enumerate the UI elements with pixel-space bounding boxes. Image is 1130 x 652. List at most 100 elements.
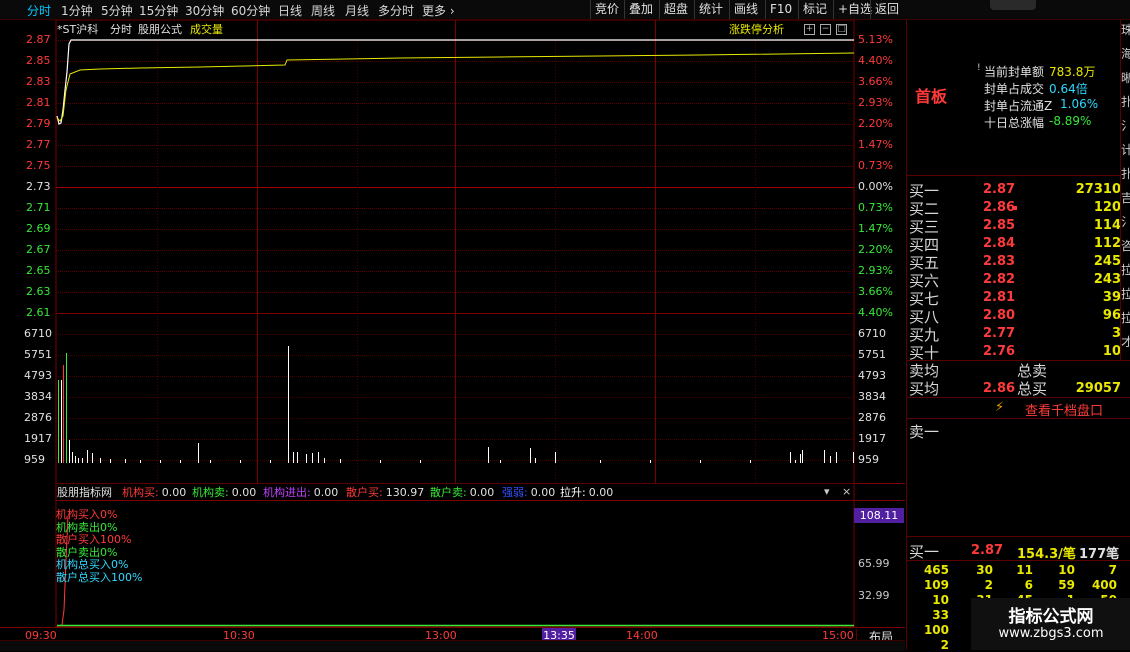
order-level-price: 2.77: [983, 326, 1016, 341]
tab-day[interactable]: 日线: [278, 2, 302, 19]
divider: [907, 536, 1130, 537]
price-tick-label: 2.77: [26, 138, 51, 151]
change-marker-icon: [1013, 206, 1017, 210]
trade-cell: 400: [1091, 578, 1117, 592]
indicator-current-value: 108.11: [854, 508, 904, 523]
percent-tick-label: 4.40%: [858, 54, 893, 67]
close-icon[interactable]: ×: [842, 485, 851, 498]
mark-button[interactable]: 标记: [798, 0, 831, 19]
price-tick-label: 2.83: [26, 75, 51, 88]
tab-5min[interactable]: 5分钟: [101, 2, 133, 19]
side-strip-char: 才: [1121, 336, 1130, 348]
collapse-handle[interactable]: [990, 0, 1036, 10]
order-book-row[interactable]: 买四 2.84 112: [907, 234, 1121, 254]
trade-summary-price: 2.87: [971, 543, 1004, 558]
super-button[interactable]: 超盘: [659, 0, 692, 19]
order-book-row[interactable]: 买十 2.76 10: [907, 342, 1121, 362]
volume-tick-label: 4793: [858, 369, 886, 382]
seal-row-label: 当前封单额: [984, 65, 1045, 79]
price-tick-label: 2.65: [26, 264, 51, 277]
intraday-chart[interactable]: *ST沪科 分时 股朋公式 成交量 涨跌停分析 + − □ 2.87 2.85 2.…: [0, 20, 905, 645]
maximize-icon[interactable]: □: [836, 24, 847, 35]
stats-button[interactable]: 统计: [694, 0, 727, 19]
tab-month[interactable]: 月线: [345, 2, 369, 19]
chart-mode: 分时: [110, 23, 132, 36]
seal-row-label: 封单占成交: [984, 82, 1045, 96]
thousand-level-button[interactable]: 查看千档盘口: [1025, 400, 1103, 419]
order-book-row[interactable]: 买五 2.83 245: [907, 252, 1121, 272]
indicator-item: 机构买: 0.00: [122, 486, 186, 499]
percent-tick-label: 1.47%: [858, 138, 893, 151]
order-book-row[interactable]: 买八 2.80 96: [907, 306, 1121, 326]
trade-cell: 7: [1108, 563, 1117, 577]
draw-line-button[interactable]: 画线: [729, 0, 762, 19]
indicator-item-value: 0.00: [469, 486, 495, 499]
order-book-row[interactable]: 买七 2.81 39: [907, 288, 1121, 308]
chevron-right-icon: ›: [446, 4, 455, 18]
volume-tick-label: 2876: [24, 411, 52, 424]
divider: [907, 560, 1130, 561]
auction-button[interactable]: 竞价: [590, 0, 623, 19]
divider: [907, 397, 1130, 398]
order-book-row[interactable]: 买六 2.82 243: [907, 270, 1121, 290]
sell-one-label: 卖一: [909, 423, 940, 441]
order-level-price: 2.82: [983, 272, 1016, 287]
order-book-row[interactable]: 买三 2.85 114: [907, 216, 1121, 236]
seal-row-label: 十日总涨幅: [984, 116, 1045, 130]
overlay-button[interactable]: 叠加: [624, 0, 657, 19]
order-level-volume: 112: [1093, 236, 1121, 251]
indicator-item-label: 机构卖:: [192, 486, 229, 499]
tab-more[interactable]: 更多 ›: [422, 2, 455, 19]
indicator-bar-name: 股朋指标网: [57, 486, 112, 499]
volume-tick-label: 3834: [858, 390, 886, 403]
price-tick-label: 2.73: [26, 180, 51, 193]
tab-15min[interactable]: 15分钟: [139, 2, 178, 19]
price-tick-label: 2.75: [26, 159, 51, 172]
volume-tick-label: 2876: [858, 411, 886, 424]
f10-button[interactable]: F10: [765, 0, 796, 19]
tab-week[interactable]: 周线: [311, 2, 335, 19]
trade-cell: 100: [923, 623, 949, 637]
seal-row-value: 783.8万: [1049, 65, 1096, 79]
price-tick-label: 2.85: [26, 54, 51, 67]
order-level-volume: 27310: [1075, 182, 1121, 197]
indicator-axis-low: 32.99: [858, 589, 890, 602]
percent-tick-label: 2.20%: [858, 117, 893, 130]
indicator-item-label: 机构买:: [122, 486, 159, 499]
indicator-legend-item: 散户总买入100%: [56, 570, 143, 584]
percent-tick-label: 4.40%: [858, 306, 893, 319]
percent-tick-label: 0.73%: [858, 159, 893, 172]
percent-tick-label: 1.47%: [858, 222, 893, 235]
crosshair-icon[interactable]: +: [804, 24, 815, 35]
side-strip-char: 晰: [1121, 72, 1130, 84]
order-level-price: 2.84: [983, 236, 1016, 251]
order-book-row[interactable]: 买二 2.86 120: [907, 198, 1121, 218]
volume-tick-label: 1917: [24, 432, 52, 445]
indicator-legend-item: 散户买入100%: [56, 533, 132, 546]
indicator-item: 散户买: 130.97: [346, 486, 424, 499]
volume-tick-label: 6710: [24, 327, 52, 340]
indicator-item-label: 机构进出:: [263, 486, 311, 499]
indicator-legend-item: 机构买入0%: [56, 508, 118, 521]
dropdown-icon[interactable]: ▾: [824, 485, 830, 498]
indicator-item: 拉升: 0.00: [560, 486, 613, 499]
minus-icon[interactable]: −: [820, 24, 831, 35]
watermark-title: 指标公式网: [1008, 607, 1094, 627]
back-button[interactable]: 返回: [870, 0, 903, 19]
tab-1min[interactable]: 1分钟: [61, 2, 93, 19]
tab-30min[interactable]: 30分钟: [185, 2, 224, 19]
volume-tick-label: 959: [24, 453, 45, 466]
tab-60min[interactable]: 60分钟: [231, 2, 270, 19]
tab-multi-fenshi[interactable]: 多分时: [378, 2, 414, 19]
volume-tick-label: 959: [858, 453, 879, 466]
order-level-price: 2.80: [983, 308, 1016, 323]
order-level-volume: 96: [1102, 308, 1121, 323]
order-book-row[interactable]: 买九 2.77 3: [907, 324, 1121, 344]
order-book-row[interactable]: 买一 2.87 27310: [907, 180, 1121, 200]
seal-row-marker: !: [977, 63, 981, 73]
indicator-item: 机构卖: 0.00: [192, 486, 256, 499]
limit-analysis-link[interactable]: 涨跌停分析: [729, 23, 784, 36]
tab-fenshi[interactable]: 分时: [27, 2, 51, 19]
indicator-legend-item: 机构总买入0%: [56, 558, 129, 571]
volume-tick-label: 6710: [858, 327, 886, 340]
